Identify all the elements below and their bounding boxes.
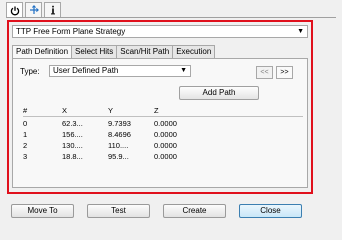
header-tabs xyxy=(6,2,63,18)
cell-x: 62.3... xyxy=(62,119,83,128)
cell-index: 3 xyxy=(23,152,28,161)
type-label: Type: xyxy=(20,67,40,76)
cell-y: 95.9... xyxy=(108,152,129,161)
cell-x: 156.... xyxy=(62,130,83,139)
type-value: User Defined Path xyxy=(53,66,119,75)
strategy-value: TTP Free Form Plane Strategy xyxy=(16,27,126,36)
close-button[interactable]: Close xyxy=(239,204,302,218)
cell-index: 0 xyxy=(23,119,28,128)
table-header: # X Y Z xyxy=(23,105,303,117)
cell-z: 0.0000 xyxy=(154,130,177,139)
column-header-x: X xyxy=(62,106,68,115)
path-definition-panel: Type: User Defined Path ▼ << >> Add Path… xyxy=(12,58,308,188)
cell-y: 9.7393 xyxy=(108,119,131,128)
create-button[interactable]: Create xyxy=(163,204,226,218)
info-icon xyxy=(50,5,55,15)
power-icon xyxy=(10,6,19,15)
dropdown-arrow-icon: ▼ xyxy=(297,28,304,35)
highlight-frame: TTP Free Form Plane Strategy ▼ Path Defi… xyxy=(7,20,313,194)
column-header-z: Z xyxy=(154,106,159,115)
strategy-tabs: Path Definition Select Hits Scan/Hit Pat… xyxy=(12,45,216,59)
next-button[interactable]: >> xyxy=(276,66,293,79)
header-tab-power[interactable] xyxy=(6,2,23,18)
tab-select-hits[interactable]: Select Hits xyxy=(71,45,118,58)
cell-y: 110.... xyxy=(108,141,129,150)
prev-button[interactable]: << xyxy=(256,66,273,79)
cell-index: 1 xyxy=(23,130,28,139)
column-header-index: # xyxy=(23,106,28,115)
table-row[interactable]: 0 62.3... 9.7393 0.0000 xyxy=(23,118,303,129)
cell-z: 0.0000 xyxy=(154,119,177,128)
table-row[interactable]: 2 130.... 110.... 0.0000 xyxy=(23,140,303,151)
cell-x: 18.8... xyxy=(62,152,83,161)
add-path-button[interactable]: Add Path xyxy=(179,86,259,100)
table-row[interactable]: 3 18.8... 95.9... 0.0000 xyxy=(23,151,303,162)
cell-z: 0.0000 xyxy=(154,141,177,150)
cell-index: 2 xyxy=(23,141,28,150)
axes-icon xyxy=(29,5,39,14)
header-divider xyxy=(6,17,336,18)
type-dropdown[interactable]: User Defined Path ▼ xyxy=(49,65,191,77)
dropdown-arrow-icon: ▼ xyxy=(180,67,187,74)
header-tab-axes[interactable] xyxy=(25,2,42,17)
path-points-table: # X Y Z 0 62.3... 9.7393 0.0000 1 156...… xyxy=(23,105,303,162)
move-to-button[interactable]: Move To xyxy=(11,204,74,218)
header-tab-info[interactable] xyxy=(44,2,61,17)
test-button[interactable]: Test xyxy=(87,204,150,218)
cell-y: 8.4696 xyxy=(108,130,131,139)
tab-scan-hit-path[interactable]: Scan/Hit Path xyxy=(116,45,174,58)
strategy-dropdown[interactable]: TTP Free Form Plane Strategy ▼ xyxy=(12,25,308,38)
cell-z: 0.0000 xyxy=(154,152,177,161)
column-header-y: Y xyxy=(108,106,114,115)
table-row[interactable]: 1 156.... 8.4696 0.0000 xyxy=(23,129,303,140)
tab-execution[interactable]: Execution xyxy=(172,45,216,58)
cell-x: 130.... xyxy=(62,141,83,150)
tab-path-definition[interactable]: Path Definition xyxy=(12,45,73,59)
